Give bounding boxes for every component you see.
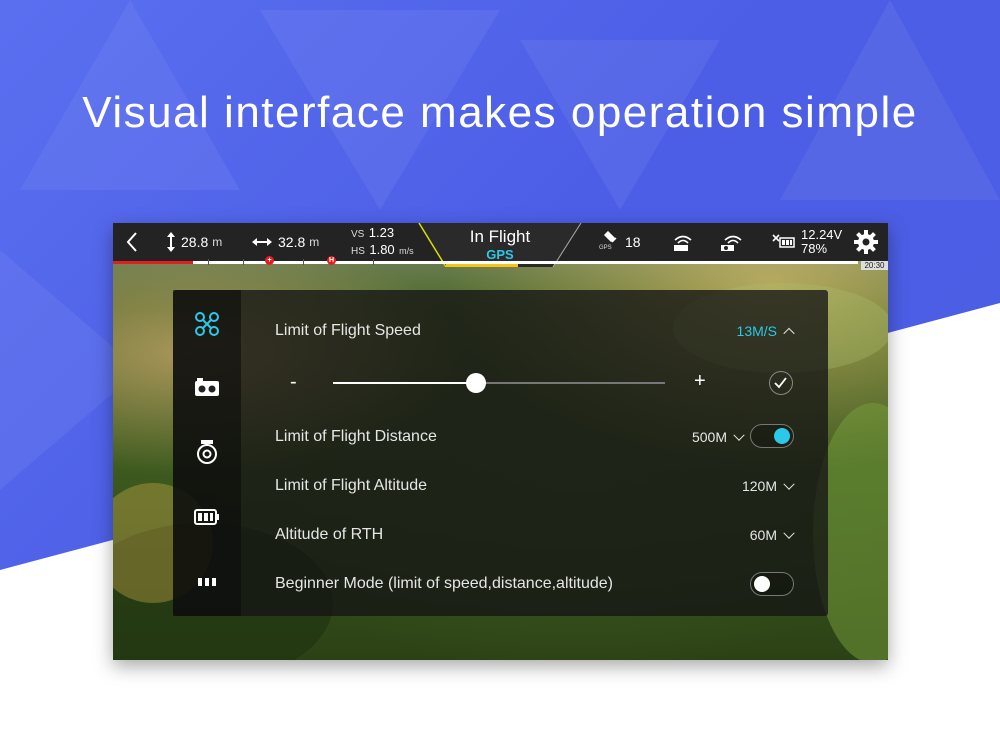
altitude-value: 28.8 xyxy=(181,234,209,250)
sidebar-item-more[interactable] xyxy=(194,569,220,595)
drone-icon xyxy=(195,312,219,336)
rth-altitude-value: 60M xyxy=(749,527,777,543)
distance-value: 32.8 xyxy=(278,234,306,250)
chevron-up-icon xyxy=(783,327,795,340)
sidebar-item-drone[interactable] xyxy=(194,311,220,337)
speed-limit-dropdown[interactable]: 13M/S xyxy=(673,323,795,340)
app-screenshot: 28.8 m 32.8 m VS 1.23 HS 1.80 m/s In Fli… xyxy=(113,223,888,660)
distance-limit-dropdown[interactable]: 500M xyxy=(633,429,745,445)
altitude-limit-value: 120M xyxy=(741,478,777,494)
distance-icon xyxy=(252,238,272,246)
rth-altitude-label: Altitude of RTH xyxy=(275,526,384,543)
sidebar-item-battery[interactable] xyxy=(194,504,220,530)
vs-value: 1.23 xyxy=(368,225,395,240)
gps-signal-bar xyxy=(446,264,518,267)
status-bar: 28.8 m 32.8 m VS 1.23 HS 1.80 m/s In Fli… xyxy=(113,223,888,267)
image-signal xyxy=(719,223,743,261)
remote-signal xyxy=(671,223,695,261)
chevron-down-icon xyxy=(733,429,745,441)
flight-progress-track xyxy=(113,261,858,264)
altitude-icon xyxy=(167,232,175,252)
camera-icon xyxy=(195,378,219,396)
speed-unit: m/s xyxy=(399,246,414,256)
speed-limit-value: 13M/S xyxy=(736,323,777,339)
speed-increase-button[interactable]: + xyxy=(694,370,706,393)
altitude-limit-dropdown[interactable]: 120M xyxy=(673,478,795,494)
check-icon xyxy=(774,377,787,389)
beginner-mode-toggle[interactable] xyxy=(750,572,794,596)
progress-tick xyxy=(373,259,374,265)
chevron-down-icon xyxy=(783,478,795,490)
distance-unit: m xyxy=(309,235,320,249)
battery-percent: 78% xyxy=(801,241,828,256)
flight-mode: In Flight xyxy=(469,227,531,246)
speed-slider-handle[interactable] xyxy=(465,373,486,393)
gimbal-icon xyxy=(197,440,217,464)
altitude-limit-label: Limit of Flight Altitude xyxy=(275,477,428,494)
battery-settings-icon xyxy=(194,509,219,525)
more-icon xyxy=(198,578,216,586)
satellite-count: 18 xyxy=(625,234,641,250)
sidebar-item-camera[interactable] xyxy=(194,375,220,401)
toggle-knob xyxy=(754,576,770,592)
sidebar-item-gimbal[interactable] xyxy=(194,439,220,465)
headline: Visual interface makes operation simple xyxy=(82,88,918,137)
altitude-readout: 28.8 m xyxy=(165,223,222,261)
image-signal-icon xyxy=(721,235,742,251)
back-icon xyxy=(126,232,137,252)
home-point-marker: + xyxy=(265,256,274,265)
progress-tick xyxy=(303,259,304,265)
distance-limit-label: Limit of Flight Distance xyxy=(275,428,437,445)
battery-icon xyxy=(772,234,795,248)
remote-signal-icon xyxy=(674,235,692,251)
hs-value: 1.80 xyxy=(369,242,395,257)
speed-limit-label: Limit of Flight Speed xyxy=(275,322,421,339)
speed-confirm-button[interactable] xyxy=(769,371,793,395)
distance-readout: 32.8 m xyxy=(251,223,319,261)
satellite-readout: GPS 18 xyxy=(599,223,641,261)
altitude-unit: m xyxy=(212,235,223,249)
flight-time: 20:30 xyxy=(861,261,888,270)
distance-limit-toggle[interactable] xyxy=(750,424,794,448)
satellite-label: GPS xyxy=(599,245,612,251)
toggle-knob xyxy=(774,428,790,444)
landing-marker: H xyxy=(327,256,336,265)
chevron-down-icon xyxy=(783,527,795,539)
vs-label: VS xyxy=(351,229,365,240)
speed-readout: VS 1.23 HS 1.80 m/s xyxy=(351,223,414,261)
positioning-mode: GPS xyxy=(486,247,514,262)
progress-tick xyxy=(243,259,244,265)
settings-icon xyxy=(854,230,878,254)
rth-altitude-dropdown[interactable]: 60M xyxy=(673,527,795,543)
distance-limit-value: 500M xyxy=(691,429,727,445)
battery-voltage: 12.24V xyxy=(801,227,843,242)
settings-button[interactable] xyxy=(854,223,878,261)
flight-progress-fill xyxy=(113,261,193,264)
speed-slider-fill xyxy=(333,382,476,384)
hs-label: HS xyxy=(351,246,365,257)
battery-readout: 12.24V 78% xyxy=(771,223,842,261)
speed-slider[interactable] xyxy=(333,373,665,393)
progress-tick xyxy=(208,259,209,265)
back-button[interactable] xyxy=(125,223,139,261)
beginner-mode-label: Beginner Mode (limit of speed,distance,a… xyxy=(275,575,613,592)
speed-decrease-button[interactable]: - xyxy=(290,371,297,394)
